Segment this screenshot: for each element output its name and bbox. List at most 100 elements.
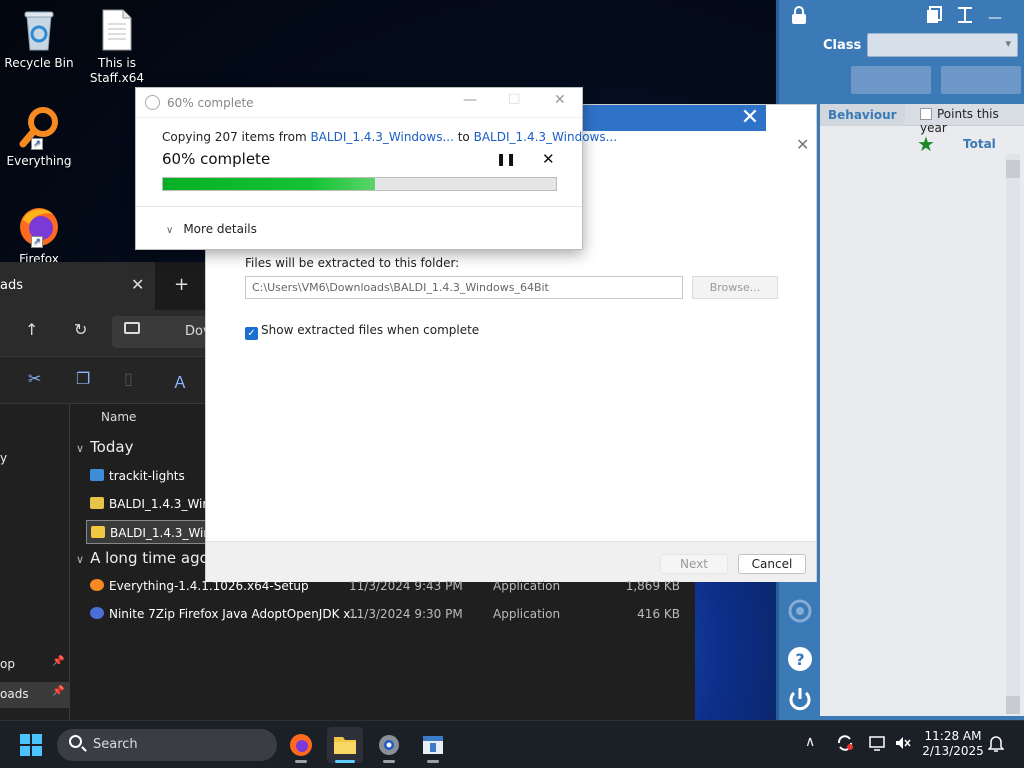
browse-button[interactable]: Browse... [692,276,778,299]
taskbar-search[interactable]: Search [57,729,277,761]
file-size: 416 KB [637,607,680,621]
close-icon[interactable]: ✕ [554,92,566,108]
search-icon [69,735,82,748]
more-details-toggle[interactable]: ∨ More details [166,222,257,236]
running-indicator [335,760,355,763]
file-date: 11/3/2024 9:43 PM [349,579,463,593]
ninite-icon [90,607,104,619]
points-this-year-toggle[interactable]: Points this year [920,107,1024,135]
checkmark-icon[interactable]: ✓ [245,327,258,340]
desktop-icon-staff-file[interactable]: This is Staff.x64 [78,8,156,86]
class-select[interactable] [867,33,1018,57]
copy-icon[interactable]: ❐ [76,369,90,388]
panel-button[interactable] [941,66,1021,94]
taskbar-firefox[interactable] [283,727,319,763]
desktop-icon-everything[interactable]: ↗ Everything [0,106,78,169]
panel-button[interactable] [851,66,931,94]
minimize-icon[interactable]: — [463,92,477,108]
taskbar-app[interactable] [415,727,451,763]
more-details-label: More details [183,222,257,236]
running-indicator [295,760,307,763]
progress-status: 60% complete [162,150,271,168]
stop-icon[interactable]: ✕ [542,150,555,168]
everything-search-icon: ↗ [17,106,61,150]
explorer-tab[interactable]: ads ✕ [0,262,155,310]
notification-bell-icon[interactable] [987,734,1005,756]
help-icon[interactable]: ? [787,646,813,678]
chevron-down-icon: ∨ [76,442,85,455]
close-icon[interactable]: ✕ [734,105,766,131]
start-button[interactable] [20,734,42,756]
lock-icon[interactable] [791,6,807,28]
cancel-button[interactable]: Cancel [738,554,806,574]
close-tab-icon[interactable]: ✕ [131,275,144,294]
taskbar-settings[interactable] [371,727,407,763]
sidebar-item-label: op [0,657,15,671]
tab-behaviour[interactable]: Behaviour [820,104,905,126]
text-cursor-icon[interactable] [957,6,973,28]
total-label[interactable]: Total [963,137,996,151]
file-name: Ninite 7Zip Firefox Java AdoptOpenJDK x.… [109,607,362,621]
refresh-icon[interactable]: ↻ [74,320,87,339]
file-row[interactable]: Ninite 7Zip Firefox Java AdoptOpenJDK x.… [86,602,686,626]
minimize-icon[interactable]: — [988,10,1002,26]
pin-icon: 📌 [52,686,65,697]
destination-path-input[interactable]: C:\Users\VM6\Downloads\BALDI_1.4.3_Windo… [245,276,683,299]
maximize-icon[interactable]: ☐ [508,92,521,108]
pause-icon[interactable]: ❚❚ [496,152,516,166]
folder-icon [91,526,105,538]
column-header-name[interactable]: Name [101,410,136,424]
copy-dialog-title-bar: 60% complete — ☐ ✕ [136,88,582,118]
rename-icon[interactable]: Ａ [172,369,188,393]
zip-folder-icon [90,497,104,509]
everything-search-icon [90,579,104,591]
progress-bar [162,177,557,191]
file-row[interactable]: Everything-1.4.1.1026.x64-Setup 11/3/202… [86,574,686,598]
file-size: 1,869 KB [625,579,680,593]
class-label: Class [823,38,862,53]
chevron-up-icon[interactable]: ∧ [805,734,815,750]
copy-dialog-title: 60% complete [167,96,254,110]
desktop-icon-firefox[interactable]: ↗ Firefox [0,204,78,262]
file-row-selected[interactable]: BALDI_1.4.3_Windo [86,520,226,544]
star-icon: ★ [917,132,935,156]
close-icon[interactable]: ✕ [796,135,809,154]
sync-icon[interactable] [836,734,854,756]
new-tab-icon[interactable]: + [174,274,189,295]
scroll-thumb[interactable] [1006,160,1020,178]
group-header-today[interactable]: ∨ Today [76,438,133,456]
sidebar-item-downloads[interactable]: oads 📌 [0,682,70,708]
copy-description: Copying 207 items from BALDI_1.4.3_Windo… [162,130,617,144]
cut-icon[interactable]: ✂ [28,369,41,388]
scrollbar[interactable] [1006,154,1020,714]
sidebar-item[interactable]: op 📌 [0,652,70,678]
taskbar: Search ∧ 11:28 AM 2/13/2025 [0,720,1024,768]
settings-icon[interactable] [787,598,813,630]
group-header-old[interactable]: ∨ A long time ago [76,549,209,567]
up-arrow-icon[interactable]: ↑ [25,320,38,339]
copy-icon[interactable] [926,6,942,28]
running-indicator [383,760,395,763]
power-icon[interactable] [787,686,813,718]
network-icon[interactable] [868,734,886,756]
app-icon [90,469,104,481]
volume-muted-icon[interactable] [894,734,912,756]
desktop-icon-label: Recycle Bin [4,56,74,70]
sidebar-item[interactable]: y [0,446,70,472]
scroll-thumb[interactable] [1006,696,1020,714]
taskbar-file-explorer[interactable] [327,727,363,763]
checkbox[interactable] [920,108,932,120]
progress-fill [163,178,376,190]
system-clock[interactable]: 11:28 AM 2/13/2025 [918,729,988,759]
chevron-down-icon: ∨ [76,553,85,566]
show-files-checkbox[interactable]: ✓ Show extracted files when complete [245,323,479,340]
paste-icon[interactable]: ▯ [124,369,133,388]
group-label: Today [90,438,134,456]
source-link[interactable]: BALDI_1.4.3_Windows... [310,130,453,144]
copy-prefix: Copying 207 items from [162,130,311,144]
checkbox-label: Show extracted files when complete [261,323,480,337]
desktop-icon-recycle-bin[interactable]: Recycle Bin [0,8,78,71]
file-name: Everything-1.4.1.1026.x64-Setup [109,579,309,593]
destination-link[interactable]: BALDI_1.4.3_Windows... [474,130,617,144]
desktop-icon-label: This is Staff.x64 [89,56,145,85]
